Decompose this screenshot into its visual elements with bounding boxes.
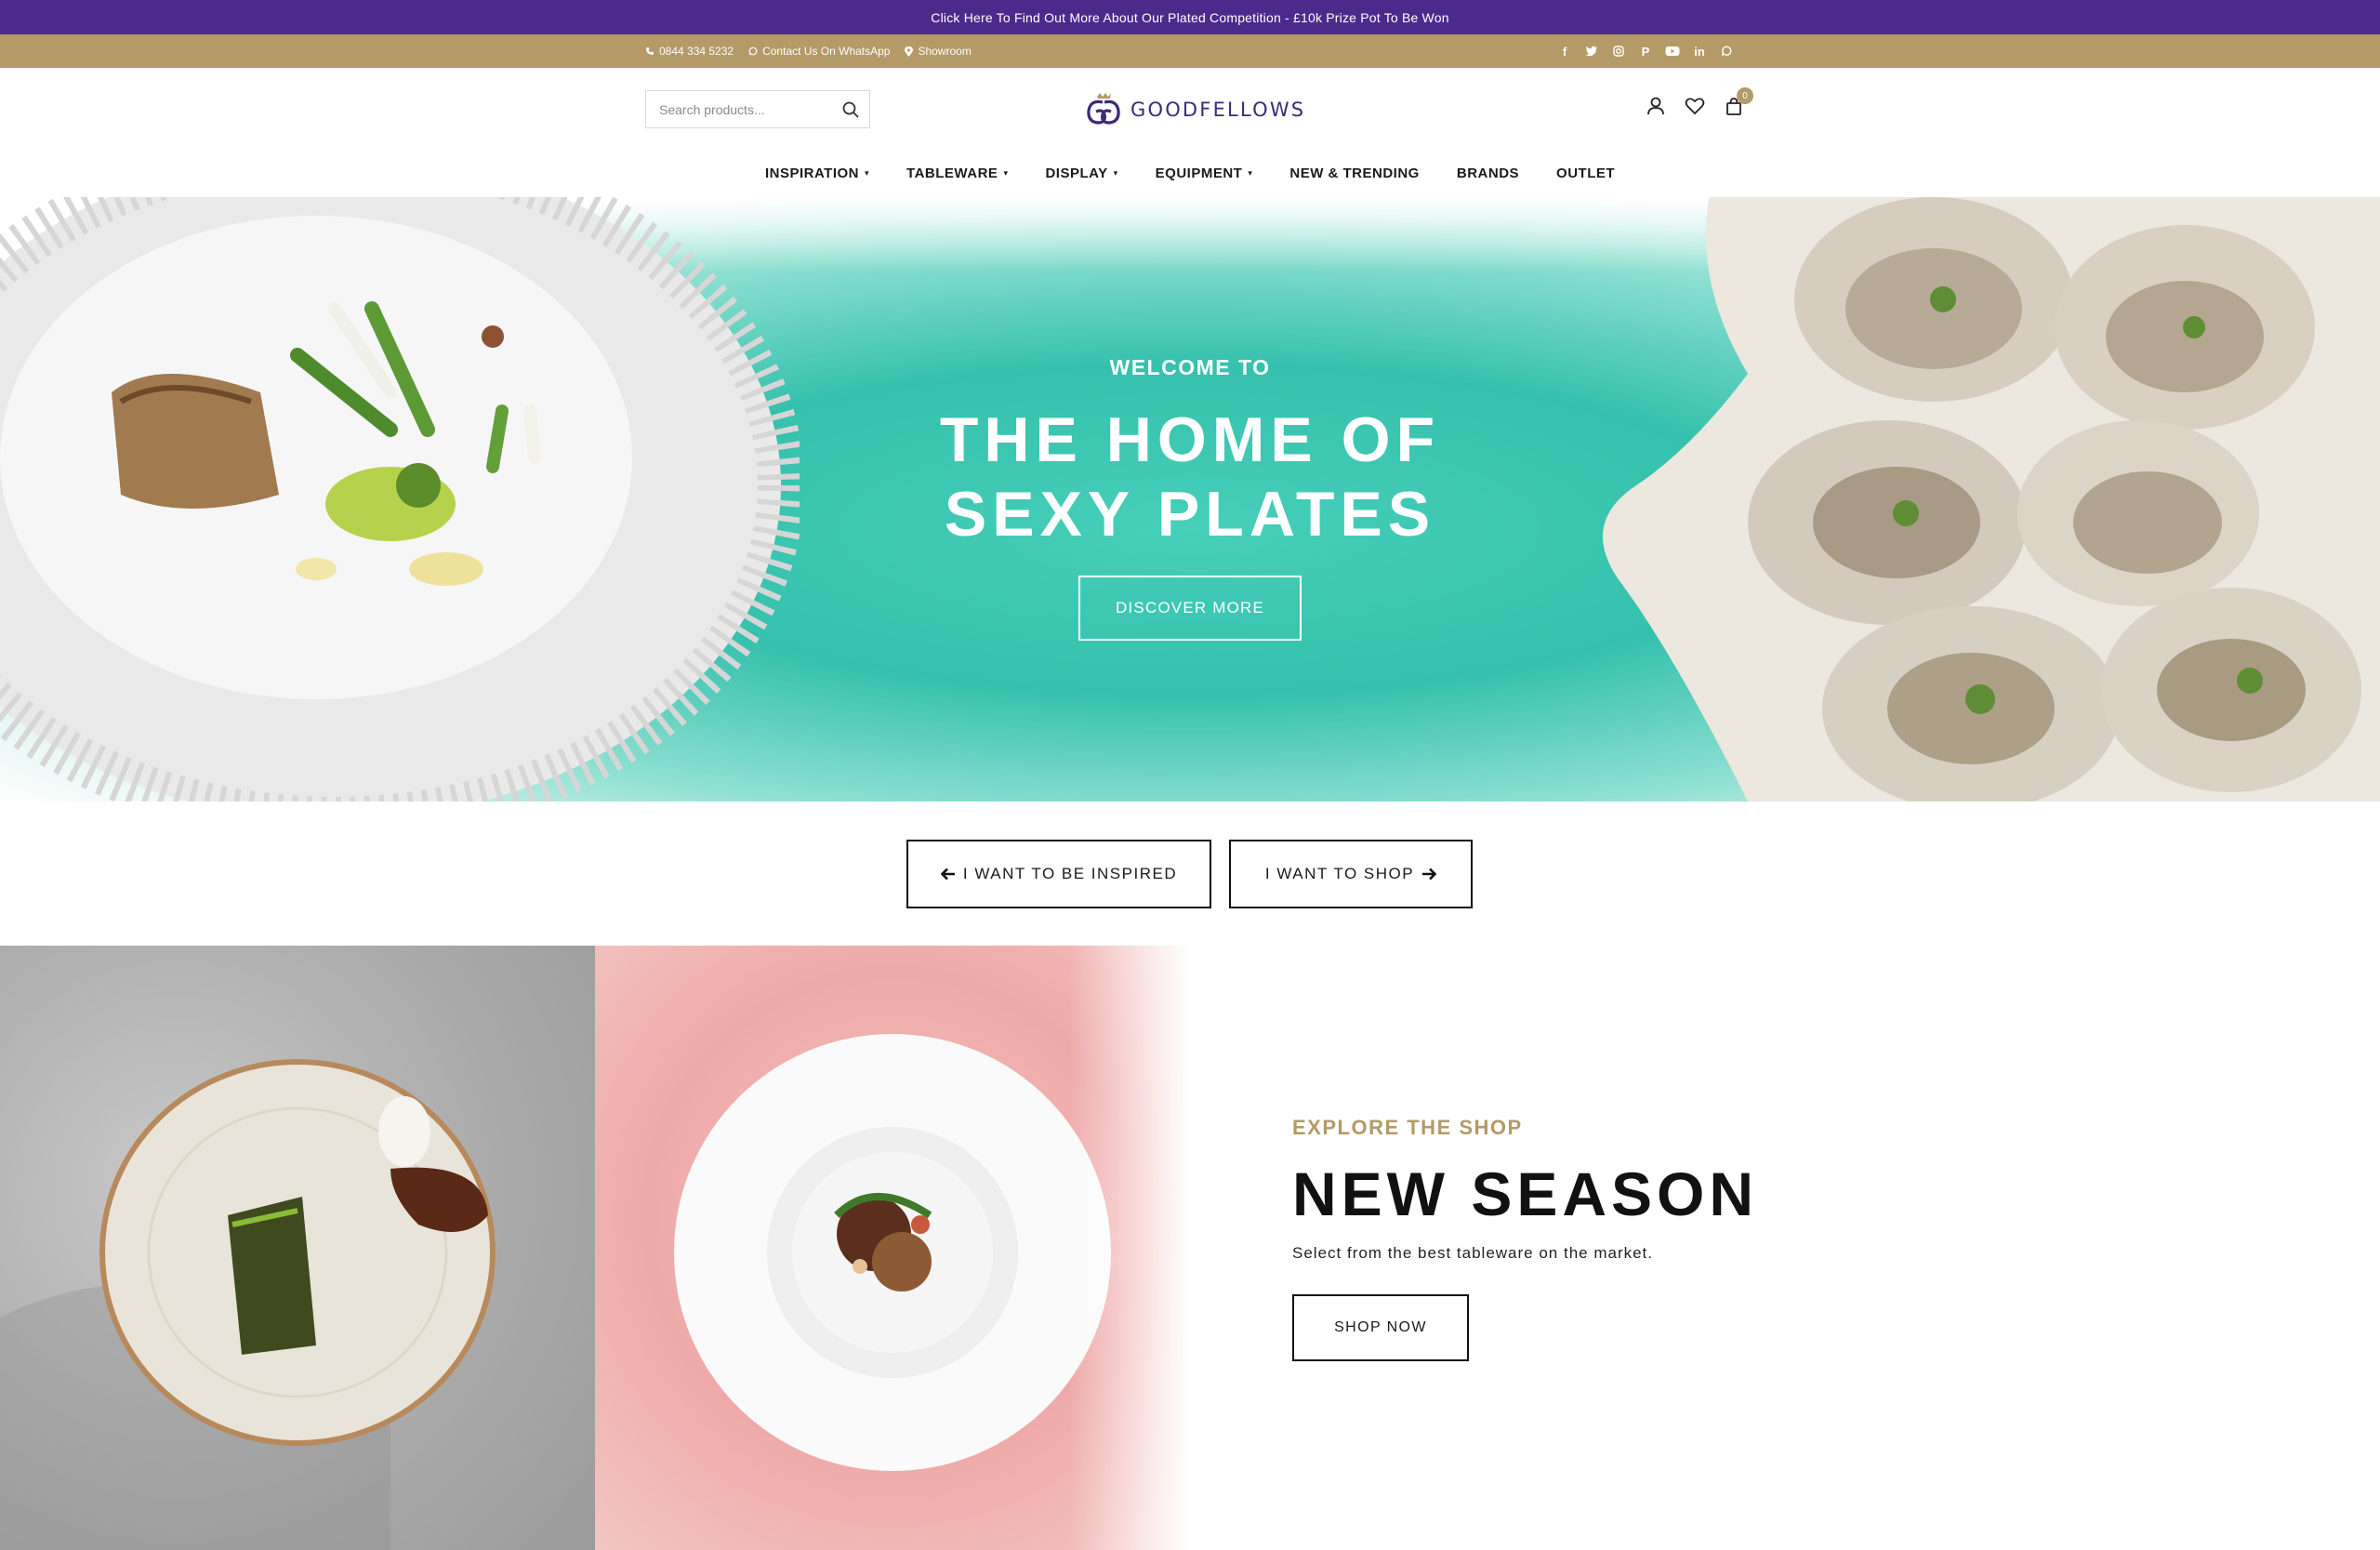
logo-text: GOODFELLOWS — [1130, 99, 1306, 121]
instagram-icon[interactable] — [1611, 44, 1626, 59]
main-nav: INSPIRATION ▾ TABLEWARE ▾ DISPLAY ▾ EQUIPME… — [0, 158, 2380, 188]
social-links: f P in — [1557, 34, 1734, 68]
goodfellows-emblem-icon — [1087, 93, 1120, 125]
hero-welcome: WELCOME TO — [1109, 355, 1271, 379]
whatsapp-icon — [748, 46, 758, 56]
showroom-link[interactable]: Showroom — [905, 45, 972, 58]
promo-bar: Click Here To Find Out More About Our Pl… — [0, 0, 2380, 34]
logo[interactable]: GOODFELLOWS — [1084, 89, 1305, 130]
arrow-left-icon — [940, 868, 955, 881]
whatsapp-social-icon[interactable] — [1719, 44, 1734, 59]
search-icon[interactable] — [841, 100, 860, 119]
phone-link[interactable]: 0844 334 5232 — [645, 45, 734, 58]
explore-shop-section: EXPLORE THE SHOP NEW SEASON Select from … — [1292, 1116, 1758, 1361]
wishlist-icon[interactable] — [1685, 96, 1705, 116]
cart-icon[interactable]: 0 — [1724, 87, 1753, 116]
nav-item-outlet[interactable]: OUTLET — [1556, 158, 1615, 188]
nav-item-display[interactable]: DISPLAY ▾ — [1045, 158, 1117, 188]
header-actions: 0 — [1646, 87, 1753, 116]
twitter-icon[interactable] — [1584, 44, 1599, 59]
shop-now-button[interactable]: SHOP NOW — [1292, 1294, 1469, 1361]
map-pin-icon — [905, 46, 914, 57]
discover-more-button[interactable]: DISCOVER MORE — [1078, 576, 1302, 641]
nav-item-new-trending[interactable]: NEW & TRENDING — [1289, 158, 1420, 188]
explore-kicker: EXPLORE THE SHOP — [1292, 1116, 1523, 1139]
arrow-right-icon — [1422, 868, 1437, 881]
showroom-label: Showroom — [918, 45, 972, 58]
new-season-title: NEW SEASON — [1292, 1159, 1759, 1228]
shop-button[interactable]: I WANT TO SHOP — [1229, 840, 1473, 908]
chevron-down-icon: ▾ — [1003, 167, 1009, 178]
nav-item-tableware[interactable]: TABLEWARE ▾ — [906, 158, 1008, 188]
linkedin-icon[interactable]: in — [1692, 44, 1707, 59]
nav-item-brands[interactable]: BRANDS — [1457, 158, 1519, 188]
chevron-down-icon: ▾ — [1113, 167, 1118, 178]
search-box — [645, 90, 870, 128]
chevron-down-icon: ▾ — [865, 167, 870, 178]
search-input[interactable] — [659, 101, 836, 117]
nav-item-equipment[interactable]: EQUIPMENT ▾ — [1156, 158, 1253, 188]
phone-icon — [646, 47, 654, 55]
pink-plate-image — [595, 946, 1190, 1550]
new-season-subtitle: Select from the best tableware on the ma… — [1292, 1244, 1654, 1262]
whatsapp-label: Contact Us On WhatsApp — [762, 45, 891, 58]
youtube-icon[interactable] — [1665, 44, 1680, 59]
promo-link[interactable]: Click Here To Find Out More About Our Pl… — [931, 10, 1448, 25]
utility-bar: 0844 334 5232 Contact Us On WhatsApp Sho… — [0, 34, 2380, 68]
hero-title: THE HOME OF SEXY PLATES — [939, 404, 1441, 550]
facebook-icon[interactable]: f — [1557, 44, 1572, 59]
page: Click Here To Find Out More About Our Pl… — [0, 0, 2380, 1550]
nav-item-inspiration[interactable]: INSPIRATION ▾ — [765, 158, 869, 188]
whatsapp-contact-link[interactable]: Contact Us On WhatsApp — [748, 45, 890, 58]
account-icon[interactable] — [1646, 96, 1666, 116]
inspired-button[interactable]: I WANT TO BE INSPIRED — [906, 840, 1211, 908]
hero-text: WELCOME TO THE HOME OF SEXY PLATES DISCO… — [818, 355, 1562, 641]
stone-plate-image — [0, 946, 595, 1550]
chevron-down-icon: ▾ — [1248, 167, 1253, 178]
hero-banner: WELCOME TO THE HOME OF SEXY PLATES DISCO… — [0, 197, 2380, 801]
cart-count-badge: 0 — [1737, 87, 1753, 104]
hero-plate-image — [0, 197, 800, 801]
hero-oysters-image — [1603, 197, 2380, 801]
phone-number: 0844 334 5232 — [659, 45, 734, 58]
pinterest-icon[interactable]: P — [1638, 44, 1653, 59]
